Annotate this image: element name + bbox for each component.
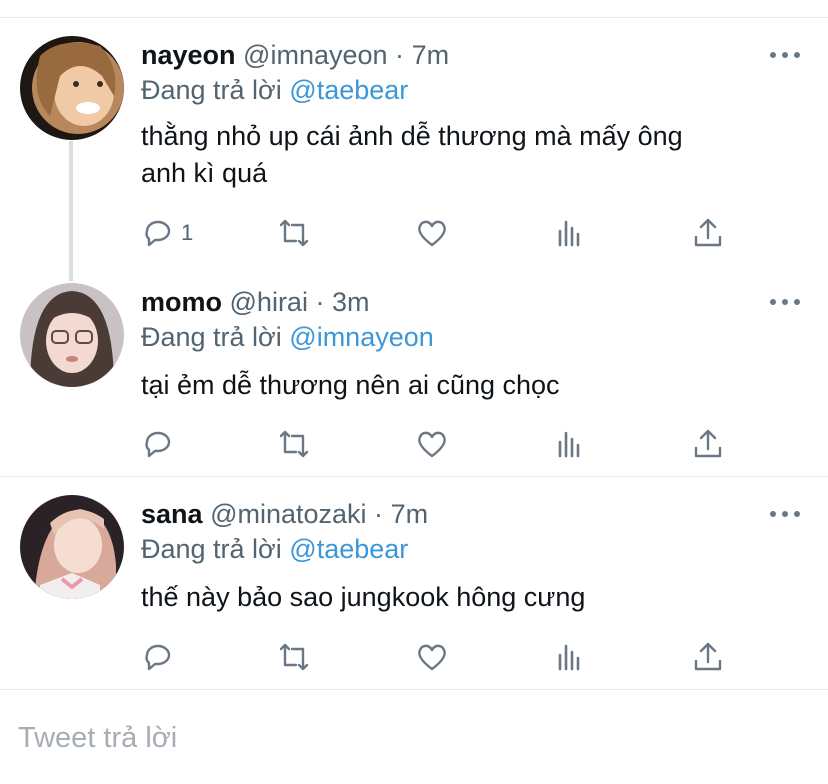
replying-to-label: Đang trả lời (141, 322, 282, 352)
like-button[interactable] (415, 427, 449, 461)
reply-icon (145, 220, 171, 247)
share-icon (694, 429, 722, 458)
timestamp[interactable]: 7m (391, 499, 429, 529)
retweet-icon (279, 219, 309, 247)
like-button[interactable] (415, 640, 449, 674)
more-icon[interactable] (770, 297, 800, 307)
tweet-text: tại ẻm dễ thương nên ai cũng chọc (141, 367, 801, 404)
tweet-text-line: anh kì quá (141, 158, 268, 188)
replying-to-label: Đang trả lời (141, 75, 282, 105)
tweet-text: thằng nhỏ up cái ảnh dễ thương mà mấy ôn… (141, 118, 801, 192)
mention-link[interactable]: @taebear (289, 534, 408, 564)
reply-tweet-input[interactable]: Tweet trả lời (18, 720, 177, 756)
replying-to: Đang trả lời @imnayeon (141, 320, 434, 354)
retweet-icon (279, 430, 309, 458)
mention-link[interactable]: @taebear (289, 75, 408, 105)
avatar[interactable] (20, 36, 124, 140)
author-handle[interactable]: @hirai (230, 287, 308, 317)
divider (0, 689, 828, 690)
top-divider (0, 17, 828, 18)
tweet-text: thế này bảo sao jungkook hông cưng (141, 579, 801, 616)
separator: · (395, 40, 405, 70)
reply-button[interactable] (141, 640, 175, 674)
timestamp[interactable]: 7m (412, 40, 450, 70)
like-icon (418, 220, 446, 247)
avatar[interactable] (20, 283, 124, 387)
more-icon[interactable] (770, 509, 800, 519)
tweet-header: nayeon @imnayeon · 7m (141, 38, 449, 72)
action-bar (141, 427, 741, 461)
tweet-header: sana @minatozaki · 7m (141, 497, 428, 531)
like-icon (418, 431, 446, 458)
analytics-button[interactable] (553, 640, 587, 674)
analytics-button[interactable] (553, 427, 587, 461)
author-name[interactable]: momo (141, 287, 222, 317)
share-button[interactable] (691, 640, 725, 674)
thread-connector-line (69, 141, 73, 281)
tweet-text-line: thế này bảo sao jungkook hông cưng (141, 582, 586, 612)
author-handle[interactable]: @imnayeon (243, 40, 387, 70)
tweet-text-line: tại ẻm dễ thương nên ai cũng chọc (141, 370, 560, 400)
timestamp[interactable]: 3m (332, 287, 370, 317)
analytics-button[interactable] (553, 216, 587, 250)
separator: · (315, 287, 325, 317)
replying-to: Đang trả lời @taebear (141, 532, 408, 566)
action-bar: 1 (141, 216, 741, 250)
share-icon (694, 642, 722, 671)
like-button[interactable] (415, 216, 449, 250)
avatar[interactable] (20, 495, 124, 599)
separator: · (374, 499, 384, 529)
retweet-button[interactable] (277, 216, 311, 250)
reply-button[interactable]: 1 (141, 216, 193, 250)
share-icon (694, 218, 722, 247)
analytics-icon (558, 644, 580, 671)
replying-to: Đang trả lời @taebear (141, 73, 408, 107)
reply-icon (145, 431, 171, 458)
retweet-button[interactable] (277, 640, 311, 674)
author-name[interactable]: nayeon (141, 40, 236, 70)
like-icon (418, 644, 446, 671)
mention-link[interactable]: @imnayeon (289, 322, 433, 352)
retweet-button[interactable] (277, 427, 311, 461)
author-name[interactable]: sana (141, 499, 203, 529)
analytics-icon (558, 220, 580, 247)
action-bar (141, 640, 741, 674)
retweet-icon (279, 643, 309, 671)
reply-button[interactable] (141, 427, 175, 461)
share-button[interactable] (691, 427, 725, 461)
more-icon[interactable] (770, 50, 800, 60)
reply-icon (145, 644, 171, 671)
tweet-header: momo @hirai · 3m (141, 285, 370, 319)
analytics-icon (558, 431, 580, 458)
replying-to-label: Đang trả lời (141, 534, 282, 564)
reply-count: 1 (181, 220, 194, 245)
divider (0, 476, 828, 477)
author-handle[interactable]: @minatozaki (210, 499, 366, 529)
tweet-text-line: thằng nhỏ up cái ảnh dễ thương mà mấy ôn… (141, 121, 683, 151)
share-button[interactable] (691, 216, 725, 250)
